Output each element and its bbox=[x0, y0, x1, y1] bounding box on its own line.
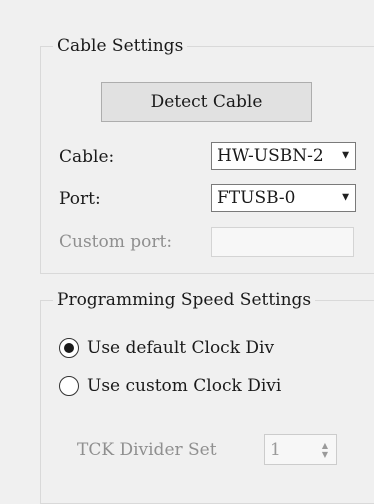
radio-selected-icon bbox=[59, 338, 79, 358]
custom-port-input[interactable] bbox=[211, 227, 354, 257]
default-clock-radio[interactable]: Use default Clock Div bbox=[59, 335, 274, 361]
tck-divider-spinbox[interactable]: 1 ▲ ▼ bbox=[264, 434, 337, 465]
cable-select-value: HW-USBN-2 bbox=[217, 146, 324, 166]
custom-port-label: Custom port: bbox=[59, 232, 173, 252]
chevron-down-icon: ▼ bbox=[342, 192, 349, 203]
detect-cable-button[interactable]: Detect Cable bbox=[101, 82, 312, 122]
speed-settings-title: Programming Speed Settings bbox=[53, 289, 316, 311]
cable-settings-title: Cable Settings bbox=[53, 35, 188, 57]
chevron-down-icon: ▼ bbox=[342, 150, 349, 161]
port-select[interactable]: FTUSB-0 ▼ bbox=[211, 184, 356, 212]
radio-unselected-icon bbox=[59, 376, 79, 396]
default-clock-label: Use default Clock Div bbox=[87, 338, 275, 358]
cable-select[interactable]: HW-USBN-2 ▼ bbox=[211, 142, 356, 170]
tck-divider-label: TCK Divider Set bbox=[77, 440, 217, 460]
spin-arrows-icon[interactable]: ▲ ▼ bbox=[318, 438, 332, 461]
custom-clock-radio[interactable]: Use custom Clock Divi bbox=[59, 373, 281, 399]
custom-clock-label: Use custom Clock Divi bbox=[87, 376, 282, 396]
tck-divider-value: 1 bbox=[270, 440, 281, 460]
cable-settings-group: Cable Settings Detect Cable Cable: HW-US… bbox=[40, 35, 374, 274]
port-select-value: FTUSB-0 bbox=[217, 188, 296, 208]
cable-label: Cable: bbox=[59, 147, 115, 167]
port-label: Port: bbox=[59, 189, 101, 209]
programming-settings-panel: Cable Settings Detect Cable Cable: HW-US… bbox=[0, 0, 374, 504]
speed-settings-group: Programming Speed Settings Use default C… bbox=[40, 289, 374, 504]
